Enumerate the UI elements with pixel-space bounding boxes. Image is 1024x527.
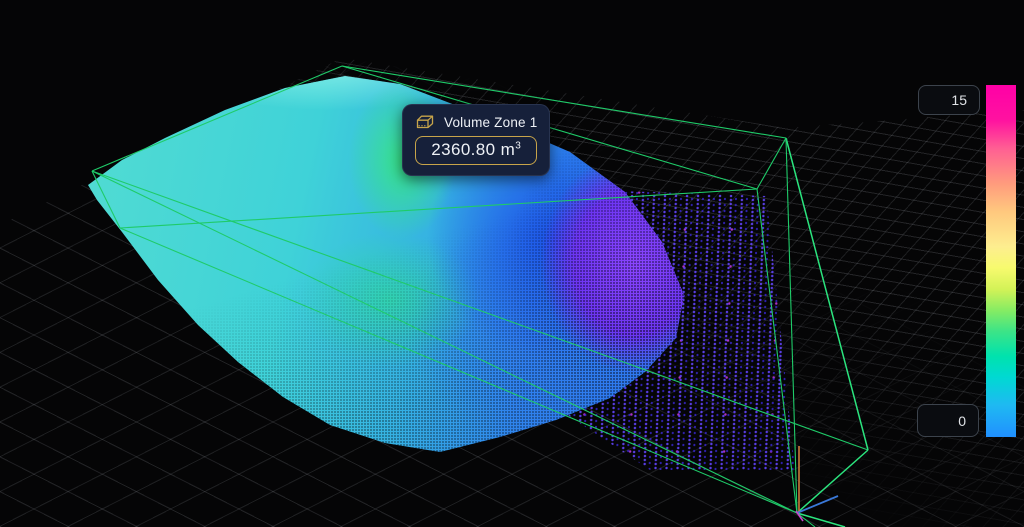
colorbar-max-input[interactable]: 15 <box>918 85 980 115</box>
colorbar-min-input[interactable]: 0 <box>917 404 979 437</box>
axis-y-line <box>797 496 838 513</box>
tooltip-value: 2360.80 m3 <box>415 136 537 165</box>
tooltip-title: Volume Zone 1 <box>444 115 537 130</box>
tooltip-header: Volume Zone 1 <box>415 114 537 130</box>
volume-tooltip: Volume Zone 1 2360.80 m3 <box>402 104 550 176</box>
bounding-box-wireframe <box>0 0 1024 527</box>
color-scale-bar <box>986 85 1016 437</box>
volume-cube-icon <box>415 114 436 130</box>
3d-viewport[interactable]: Volume Zone 1 2360.80 m3 15 0 <box>0 0 1024 527</box>
